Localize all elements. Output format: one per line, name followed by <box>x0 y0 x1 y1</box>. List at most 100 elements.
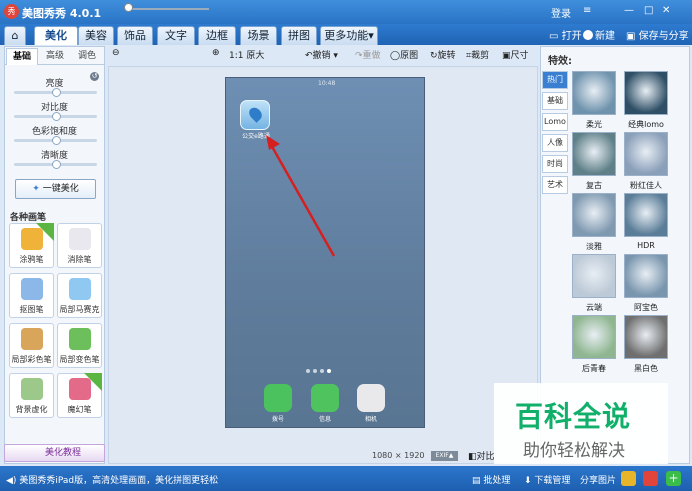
watermark-subtitle: 助你轻松解决 <box>523 441 625 461</box>
brush-label: 消除笔 <box>67 255 92 264</box>
minimize-icon[interactable]: — <box>624 5 634 16</box>
redo-icon: ↷ <box>355 51 363 61</box>
slider-thumb[interactable] <box>51 160 61 169</box>
tutorial-label: 美化教程 <box>45 448 82 458</box>
slider-thumb[interactable] <box>51 88 61 97</box>
zoom-in-icon[interactable]: ⊕ <box>212 48 220 58</box>
slider-thumb[interactable] <box>51 136 61 145</box>
share-image-button[interactable]: 分享图片 <box>580 473 616 486</box>
maximize-icon[interactable]: □ <box>644 5 653 16</box>
effect-thumb[interactable] <box>624 254 668 298</box>
brush-cutout[interactable]: 抠图笔 <box>9 273 54 318</box>
redo-button[interactable]: ↷重做 <box>355 48 381 61</box>
tab-shipin[interactable]: 饰品 <box>117 26 153 45</box>
saturation-slider[interactable] <box>14 136 97 145</box>
main-tab-bar: ⌂ 美化 美容 饰品 文字 边框 场景 拼图 更多功能▾ ▭ 打开 新建 ▣ 保… <box>0 24 692 45</box>
effect-thumb[interactable] <box>572 315 616 359</box>
contrast-slider[interactable] <box>14 112 97 121</box>
effect-label: HDR <box>637 241 655 250</box>
rotate-button[interactable]: ↻旋转 <box>430 48 456 61</box>
one-key-beautify-button[interactable]: ✦ 一键美化 <box>15 179 96 199</box>
subtab-color[interactable]: 调色 <box>71 48 103 65</box>
brush-recolor[interactable]: 局部变色笔 <box>57 323 102 368</box>
star-icon[interactable] <box>621 471 636 486</box>
beautify-tutorial-button[interactable]: 美化教程 <box>4 444 105 462</box>
size-button[interactable]: ▣尺寸 <box>502 48 529 61</box>
tab-pintu[interactable]: 拼图 <box>281 26 317 45</box>
effect-label: 经典lomo <box>628 120 664 129</box>
zoom-slider[interactable] <box>129 8 209 10</box>
add-icon[interactable]: + <box>666 471 681 486</box>
new-button[interactable]: 新建 <box>583 27 615 42</box>
brush-doodle[interactable]: 涂鸦笔 <box>9 223 54 268</box>
effect-thumb[interactable] <box>624 132 668 176</box>
compare-button[interactable]: ◧对比 <box>468 449 495 462</box>
subtab-basic[interactable]: 基础 <box>6 48 38 65</box>
bus-app-icon <box>240 100 270 130</box>
effect-label: 黑白色 <box>634 364 658 373</box>
effect-category-fashion[interactable]: 时尚 <box>542 155 568 173</box>
effect-category-hot[interactable]: 热门 <box>542 71 568 89</box>
zoom-out-icon[interactable]: ⊖ <box>112 48 120 58</box>
open-label: 打开 <box>561 31 582 42</box>
effect-category-basic[interactable]: 基础 <box>542 92 568 110</box>
batch-button[interactable]: ▤ 批处理 <box>472 473 510 486</box>
effect-thumb[interactable] <box>572 71 616 115</box>
app-logo-icon: 秀 <box>4 4 19 19</box>
brush-eraser[interactable]: 消除笔 <box>57 223 102 268</box>
brightness-slider[interactable] <box>14 88 97 97</box>
actual-size-button[interactable]: 1:1 原大 <box>229 48 264 61</box>
adjust-subtabs: 基础 高级 调色 <box>5 47 104 65</box>
original-icon: ◯ <box>390 51 401 61</box>
tab-meihua[interactable]: 美化 <box>34 26 78 45</box>
effect-thumb[interactable] <box>572 132 616 176</box>
sharpness-slider[interactable] <box>14 160 97 169</box>
brushes-heading: 各种画笔 <box>10 213 47 223</box>
effect-label: 复古 <box>586 181 602 190</box>
mosaic-icon <box>69 278 91 300</box>
save-share-button[interactable]: ▣ 保存与分享 <box>626 27 689 42</box>
exif-button[interactable]: EXIF▲ <box>431 451 458 461</box>
tab-wenzi[interactable]: 文字 <box>157 26 195 45</box>
slider-thumb[interactable] <box>51 112 61 121</box>
meitu-app-window: 秀 美图秀秀 4.0.1 登录 ≡ — □ ✕ ⌂ 美化 美容 饰品 文字 边框… <box>0 0 692 491</box>
brush-mosaic[interactable]: 局部马赛克 <box>57 273 102 318</box>
original-button[interactable]: ◯原图 <box>390 48 418 61</box>
home-tab[interactable]: ⌂ <box>4 26 26 45</box>
crop-button[interactable]: ⌗裁剪 <box>466 48 489 61</box>
recolor-bucket-icon <box>69 328 91 350</box>
login-link[interactable]: 登录 <box>551 5 571 20</box>
effect-thumb[interactable] <box>572 254 616 298</box>
tab-biankuang[interactable]: 边框 <box>198 26 236 45</box>
brush-magic[interactable]: 魔幻笔 <box>57 373 102 418</box>
brush-local-color[interactable]: 局部彩色笔 <box>9 323 54 368</box>
tab-changjing[interactable]: 场景 <box>240 26 277 45</box>
contrast-label: 对比度 <box>40 103 68 113</box>
effect-thumb[interactable] <box>572 193 616 237</box>
tab-more-label: 更多功能 <box>324 29 369 42</box>
effect-thumb[interactable] <box>624 71 668 115</box>
menu-icon[interactable]: ≡ <box>583 5 591 16</box>
zoom-slider-thumb[interactable] <box>124 3 133 12</box>
tab-meirong[interactable]: 美容 <box>78 26 114 45</box>
effect-thumb[interactable] <box>624 193 668 237</box>
open-button[interactable]: ▭ 打开 <box>549 27 582 42</box>
tab-more[interactable]: 更多功能▾ <box>320 26 378 45</box>
resize-icon: ▣ <box>502 51 511 61</box>
effect-category-lomo[interactable]: Lomo <box>542 113 568 131</box>
effect-category-portrait[interactable]: 人像 <box>542 134 568 152</box>
close-icon[interactable]: ✕ <box>662 5 670 16</box>
cutout-pen-icon <box>21 278 43 300</box>
footer-tip[interactable]: ◀) 美图秀秀iPad版，高清处理画面，美化拼图更轻松 <box>6 473 218 486</box>
subtab-advanced[interactable]: 高级 <box>39 48 71 65</box>
blur-icon <box>21 378 43 400</box>
weibo-icon[interactable] <box>643 471 658 486</box>
brightness-label: 亮度 <box>45 79 64 89</box>
effect-thumb[interactable] <box>624 315 668 359</box>
brush-background-blur[interactable]: 背景虚化 <box>9 373 54 418</box>
undo-button[interactable]: ↶撤销 ▾ <box>305 48 338 61</box>
download-manager-button[interactable]: ⬇ 下载管理 <box>524 473 570 486</box>
undo-icon: ↶ <box>305 51 313 61</box>
effect-category-art[interactable]: 艺术 <box>542 176 568 194</box>
message-icon <box>311 384 339 412</box>
